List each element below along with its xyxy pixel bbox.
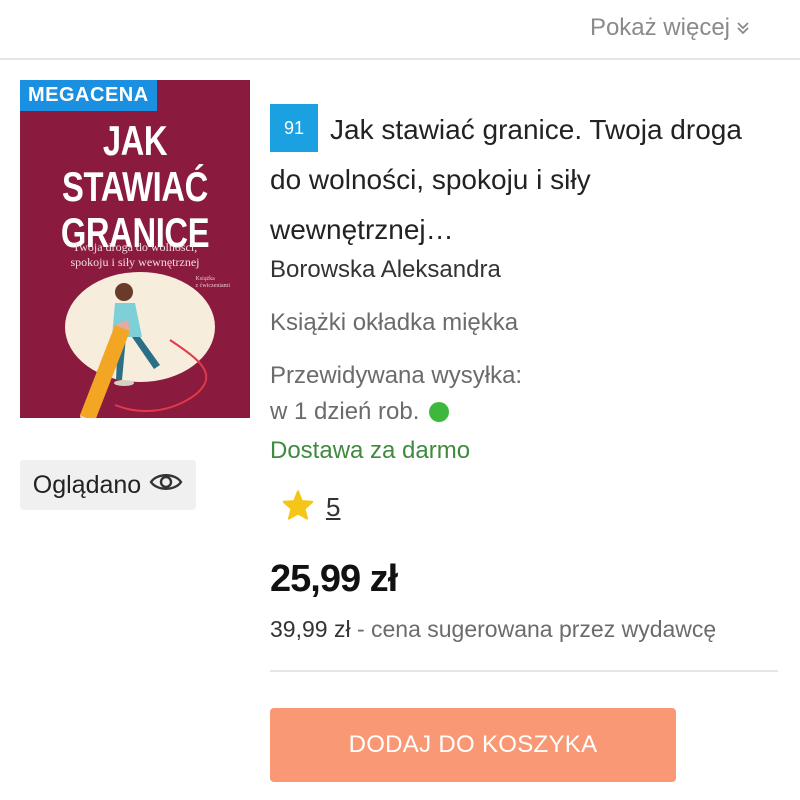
author-link[interactable]: Borowska Aleksandra: [270, 256, 501, 284]
cover-title: JAK STAWIAĆ GRANICE: [45, 118, 224, 256]
availability-dot-icon: [429, 402, 450, 422]
eye-icon: [149, 471, 183, 500]
rating[interactable]: 5: [282, 490, 340, 525]
product-format: Książki okładka miękka: [270, 309, 519, 336]
megacena-badge: MEGACENA: [20, 80, 157, 111]
book-cover[interactable]: MEGACENA JAK STAWIAĆ GRANICE Twoja droga…: [20, 80, 250, 418]
add-to-cart-button[interactable]: DODAJ DO KOSZYKA: [270, 708, 676, 782]
top-divider: [0, 58, 800, 60]
show-more-label: Pokaż więcej: [589, 14, 730, 41]
suggested-price-value: 39,99 zł: [270, 616, 351, 642]
suggested-price: 39,99 zł - cena sugerowana przez wydawcę: [270, 616, 716, 643]
star-icon: [282, 490, 314, 525]
shipping-label: Przewidywana wysyłka:: [270, 362, 523, 389]
product-title[interactable]: Jak stawiać granice. Twoja droga do woln…: [270, 105, 770, 255]
show-more-link[interactable]: Pokaż więcej: [590, 14, 750, 42]
rating-count: 5: [326, 492, 341, 522]
cover-illustration: [65, 272, 215, 418]
cover-title-line1: JAK STAWIAĆ: [62, 117, 208, 210]
product-price: 25,99 zł: [270, 558, 398, 600]
watched-button[interactable]: Oglądano: [20, 460, 196, 510]
free-delivery-text: Dostawa za darmo: [270, 437, 471, 464]
shipping-time: w 1 dzień rob.: [270, 398, 450, 426]
watched-label: Oglądano: [32, 470, 142, 499]
cover-subtitle-line1: Twoja droga do wolności,: [72, 240, 198, 254]
double-chevron-down-icon: [736, 20, 750, 39]
price-divider: [270, 670, 778, 672]
shipping-time-text: w 1 dzień rob.: [270, 398, 420, 425]
suggested-price-note: - cena sugerowana przez wydawcę: [350, 616, 717, 642]
